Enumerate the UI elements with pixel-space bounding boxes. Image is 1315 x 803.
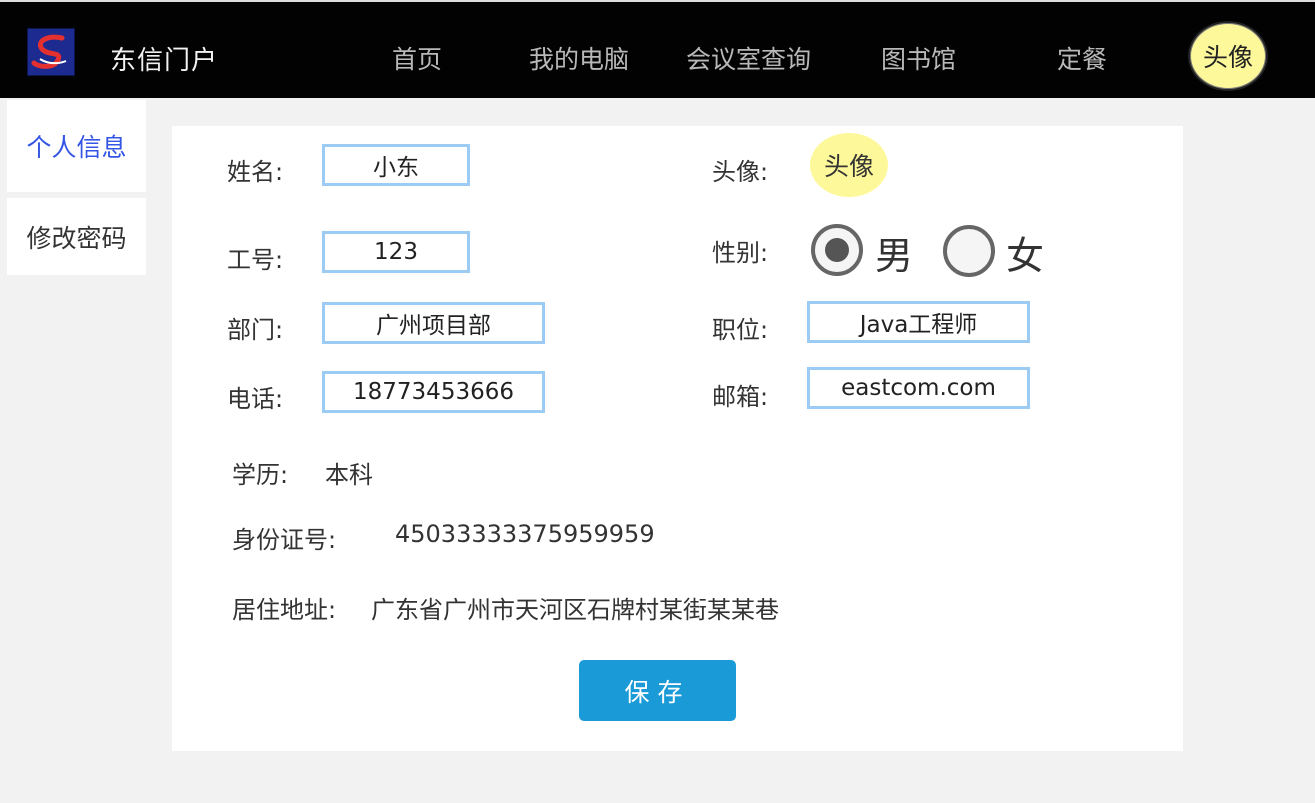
sidebar-item-label: 个人信息 [26,133,127,162]
user-avatar-button[interactable]: 头像 [1188,21,1268,91]
nav-home[interactable]: 首页 [392,40,442,76]
avatar-form-text: 头像 [823,152,874,181]
email-field[interactable] [807,367,1030,409]
avatar-field-label: 头像: [712,158,769,186]
education-label: 学历: [232,461,289,489]
sidebar-item-personal-info[interactable]: 个人信息 [7,100,146,192]
gender-label: 性别: [712,239,769,267]
gender-female-radio[interactable] [943,225,995,277]
address-value: 广东省广州市天河区石牌村某街某某巷 [371,596,779,624]
top-navigation-bar: 东信门户 首页 我的电脑 会议室查询 图书馆 定餐 头像 [0,0,1315,98]
address-label: 居住地址: [232,596,337,624]
id-number-value: 45033333375959959 [395,520,655,548]
employee-id-field[interactable] [322,231,470,273]
nav-meeting-room-query[interactable]: 会议室查询 [686,40,811,76]
avatar-label: 头像 [1202,43,1253,72]
company-logo[interactable] [27,28,75,76]
gender-male-label: 男 [875,234,914,278]
sidebar-item-label: 修改密码 [26,223,127,253]
department-label: 部门: [227,316,284,344]
education-value: 本科 [325,461,373,489]
save-button[interactable]: 保存 [579,660,736,721]
radio-selected-dot [825,238,849,262]
name-field[interactable] [322,144,470,186]
gender-male-radio[interactable] [811,224,863,276]
email-label: 邮箱: [712,383,769,411]
id-number-label: 身份证号: [232,526,337,554]
avatar-upload[interactable]: 头像 [810,133,888,197]
phone-label: 电话: [227,385,284,413]
phone-field[interactable] [322,371,545,413]
department-field[interactable] [322,302,545,344]
gender-female-label: 女 [1006,234,1045,278]
nav-library[interactable]: 图书馆 [881,40,956,76]
position-field[interactable] [807,301,1030,343]
nav-meal-order[interactable]: 定餐 [1057,40,1107,76]
logo-icon [28,29,74,75]
profile-form-panel [172,126,1183,751]
brand-name: 东信门户 [110,46,219,76]
position-label: 职位: [712,316,769,344]
sidebar-item-change-password[interactable]: 修改密码 [7,198,146,275]
employee-id-label: 工号: [227,246,284,274]
name-label: 姓名: [227,158,284,186]
nav-my-computer[interactable]: 我的电脑 [529,40,629,76]
